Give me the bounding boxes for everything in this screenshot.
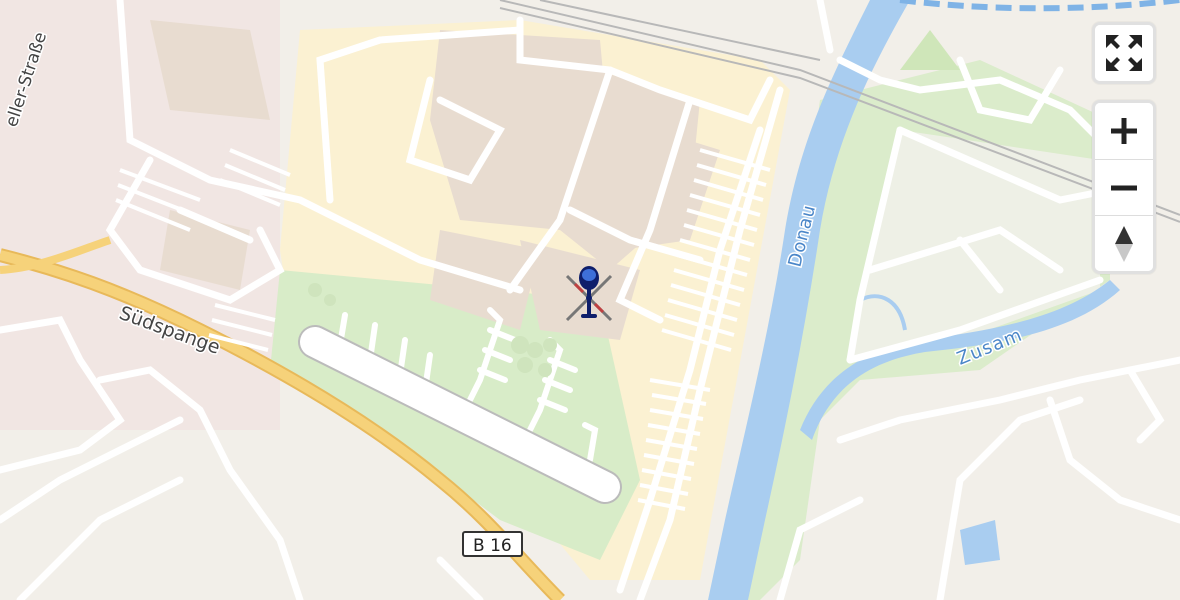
pond — [960, 520, 1000, 565]
fullscreen-button[interactable] — [1095, 25, 1153, 81]
minus-icon — [1111, 185, 1137, 190]
plus-icon — [1111, 118, 1137, 144]
map-canvas[interactable]: Donau Zusam Südspange eller-Straße — [0, 0, 1180, 600]
reset-bearing-button[interactable] — [1095, 215, 1153, 271]
zoom-control — [1092, 100, 1156, 274]
fullscreen-icon — [1106, 35, 1142, 71]
map-view[interactable]: Donau Zusam Südspange eller-Straße B 16 — [0, 0, 1180, 600]
road-shield-b16: B 16 — [462, 531, 523, 557]
compass-icon — [1115, 225, 1133, 262]
green-patch — [900, 30, 960, 70]
canal-top — [899, 0, 1180, 12]
zoom-out-button[interactable] — [1095, 159, 1153, 215]
fullscreen-control — [1092, 22, 1156, 84]
zoom-in-button[interactable] — [1095, 103, 1153, 159]
